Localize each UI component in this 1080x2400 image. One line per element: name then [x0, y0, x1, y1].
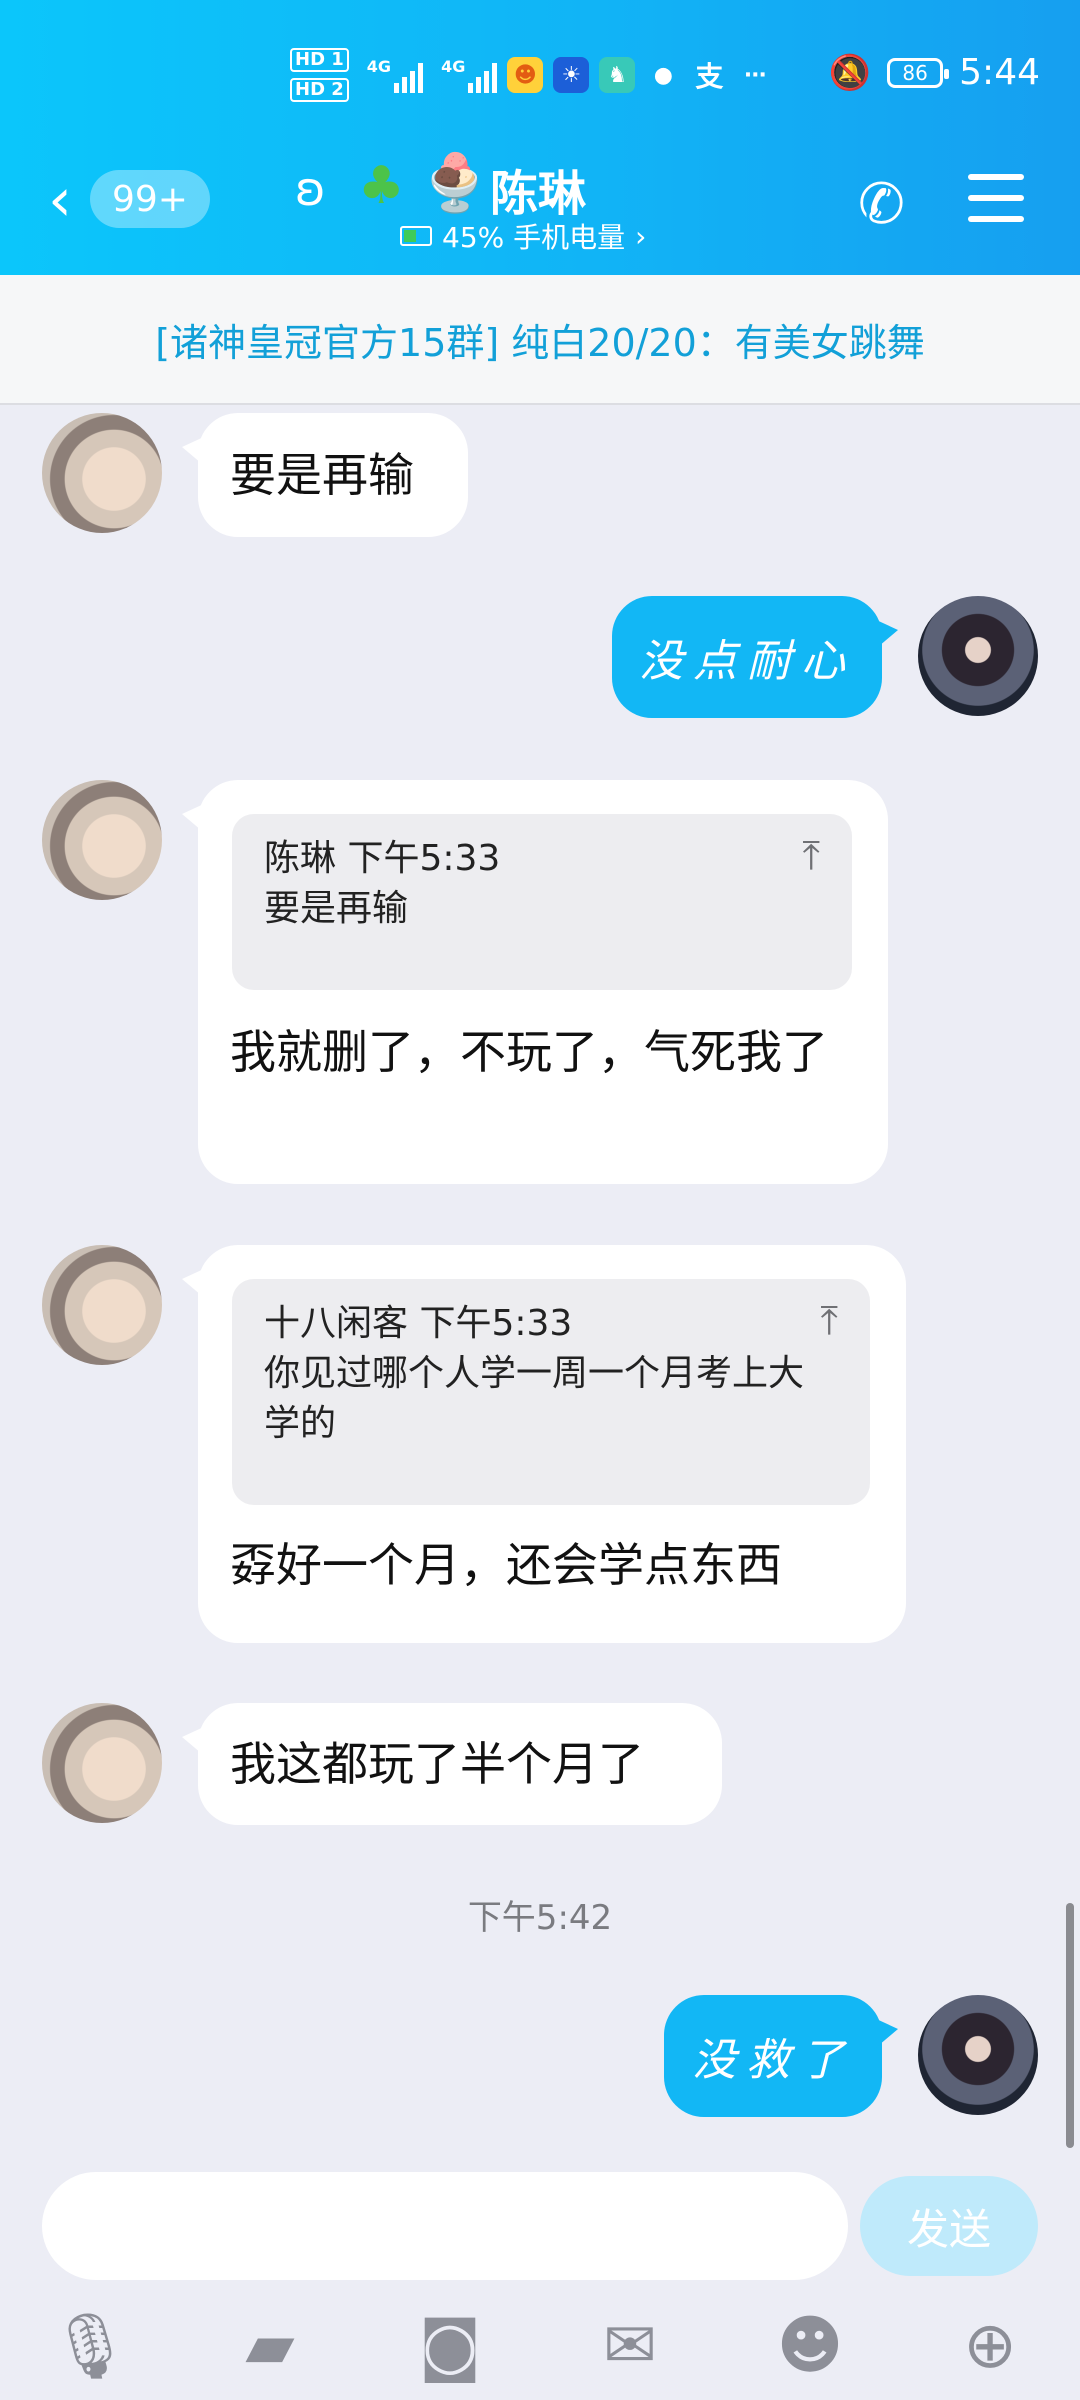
contact-avatar[interactable] — [42, 413, 162, 533]
clock: 5:44 — [959, 52, 1040, 93]
chat-nav-bar: ‹ 99+ ʚ ♣ 🍨 陈琳 45% 手机电量 › ✆ — [0, 150, 1080, 275]
message-text: 没救了 — [692, 2035, 854, 2086]
send-button[interactable]: 发送 — [860, 2176, 1038, 2276]
menu-icon[interactable] — [968, 174, 1024, 222]
quote-author: 陈琳 下午5:33 — [264, 838, 501, 879]
hd-indicators: HD 1 HD 2 — [290, 48, 349, 102]
hd2-badge: HD 2 — [290, 78, 349, 102]
status-left: HD 1 HD 2 4G 4G ☻ ☀ ♞ ● 支 ⋯ — [290, 48, 773, 102]
chevron-right-icon: › — [635, 219, 647, 253]
red-packet-icon[interactable]: ✉ — [590, 2306, 670, 2386]
mic-icon[interactable]: 🎙 — [49, 2306, 130, 2386]
message-text: 我就删了，不玩了，气死我了 — [230, 1025, 828, 1079]
network-type-2: 4G — [441, 57, 466, 76]
message-bubble-self[interactable]: 没点耐心 — [612, 596, 898, 718]
more-notifs-icon: ⋯ — [744, 62, 767, 88]
status-right: 🔕 86 5:44 — [829, 52, 1040, 93]
status-bar: HD 1 HD 2 4G 4G ☻ ☀ ♞ ● 支 ⋯ 🔕 86 5:44 — [0, 0, 1080, 150]
jump-to-original-icon[interactable]: ⤒ — [802, 834, 820, 884]
back-arrow-icon[interactable]: ‹ — [48, 170, 72, 230]
app-notif-bulb-icon: ☀ — [553, 57, 590, 93]
signal-2-icon: 4G — [441, 57, 498, 93]
battery-icon: 86 — [887, 57, 950, 88]
ice-cream-icon: 🍨 — [420, 151, 490, 216]
chat-notif-icon: ● — [653, 62, 673, 88]
phone-battery-text: 45% 手机电量 — [442, 221, 626, 254]
quoted-message[interactable]: 陈琳 下午5:33 ⤒ 要是再输 — [232, 814, 852, 990]
composer: 发送 — [0, 2150, 1080, 2280]
quote-text: 你见过哪个人学一周一个月考上大学的 — [264, 1353, 805, 1444]
alipay-notif-icon: 支 — [695, 60, 724, 93]
app-notif-camel-icon: ♞ — [599, 57, 636, 93]
hd1-badge: HD 1 — [290, 48, 349, 72]
quoted-message[interactable]: 十八闲客 下午5:33 ⤒ 你见过哪个人学一周一个月考上大学的 — [232, 1279, 870, 1505]
message-bubble-self[interactable]: 没救了 — [664, 1995, 898, 2117]
emoji-icon[interactable]: ☻ — [770, 2306, 850, 2386]
camera-icon[interactable]: ◙ — [410, 2306, 490, 2386]
network-type-1: 4G — [366, 57, 392, 76]
app-notif-tiger-icon: ☻ — [507, 57, 544, 93]
group-notice-text: [诸神皇冠官方15群] 纯白20/20：有美女跳舞 — [155, 320, 925, 365]
signal-1-icon: 4G — [366, 57, 424, 93]
message-bubble[interactable]: 我这都玩了半个月了 — [182, 1703, 722, 1825]
contact-name[interactable]: 陈琳 — [490, 154, 586, 224]
input-toolbar: 🎙 ▰ ◙ ✉ ☻ ⊕ — [0, 2290, 1080, 2400]
message-timestamp: 下午5:42 — [467, 1898, 613, 1938]
ear-mode-icon[interactable]: ʚ — [295, 162, 326, 216]
header: HD 1 HD 2 4G 4G ☻ ☀ ♞ ● 支 ⋯ 🔕 86 5:44 ‹ — [0, 0, 1080, 275]
voice-call-icon[interactable]: ✆ — [858, 172, 905, 237]
quote-author: 十八闲客 下午5:33 — [264, 1303, 573, 1344]
self-avatar[interactable] — [918, 1995, 1038, 2115]
message-bubble[interactable]: 陈琳 下午5:33 ⤒ 要是再输 我就删了，不玩了，气死我了 — [182, 780, 888, 1184]
unread-badge[interactable]: 99+ — [90, 170, 210, 228]
message-input[interactable] — [42, 2172, 848, 2280]
message-text: 我这都玩了半个月了 — [230, 1737, 644, 1791]
clover-icon: ♣ — [358, 156, 405, 216]
message-text: 要是再输 — [230, 448, 414, 502]
group-notice-banner[interactable]: [诸神皇冠官方15群] 纯白20/20：有美女跳舞 — [0, 275, 1080, 405]
phone-battery-status[interactable]: 45% 手机电量 › — [400, 216, 646, 256]
message-text: 没点耐心 — [639, 636, 855, 687]
quote-text: 要是再输 — [264, 888, 409, 929]
image-icon[interactable]: ▰ — [230, 2306, 310, 2386]
mute-bell-icon: 🔕 — [828, 52, 872, 93]
contact-avatar[interactable] — [42, 1703, 162, 1823]
contact-avatar[interactable] — [42, 780, 162, 900]
plus-icon[interactable]: ⊕ — [950, 2306, 1030, 2386]
message-bubble[interactable]: 要是再输 — [182, 413, 468, 537]
contact-avatar[interactable] — [42, 1245, 162, 1365]
phone-battery-icon — [400, 226, 432, 246]
message-bubble[interactable]: 十八闲客 下午5:33 ⤒ 你见过哪个人学一周一个月考上大学的 孬好一个月，还会… — [182, 1245, 906, 1643]
jump-to-original-icon[interactable]: ⤒ — [820, 1299, 838, 1349]
self-avatar[interactable] — [918, 596, 1038, 716]
message-text: 孬好一个月，还会学点东西 — [230, 1538, 782, 1592]
scrollbar[interactable] — [1066, 1903, 1074, 2148]
